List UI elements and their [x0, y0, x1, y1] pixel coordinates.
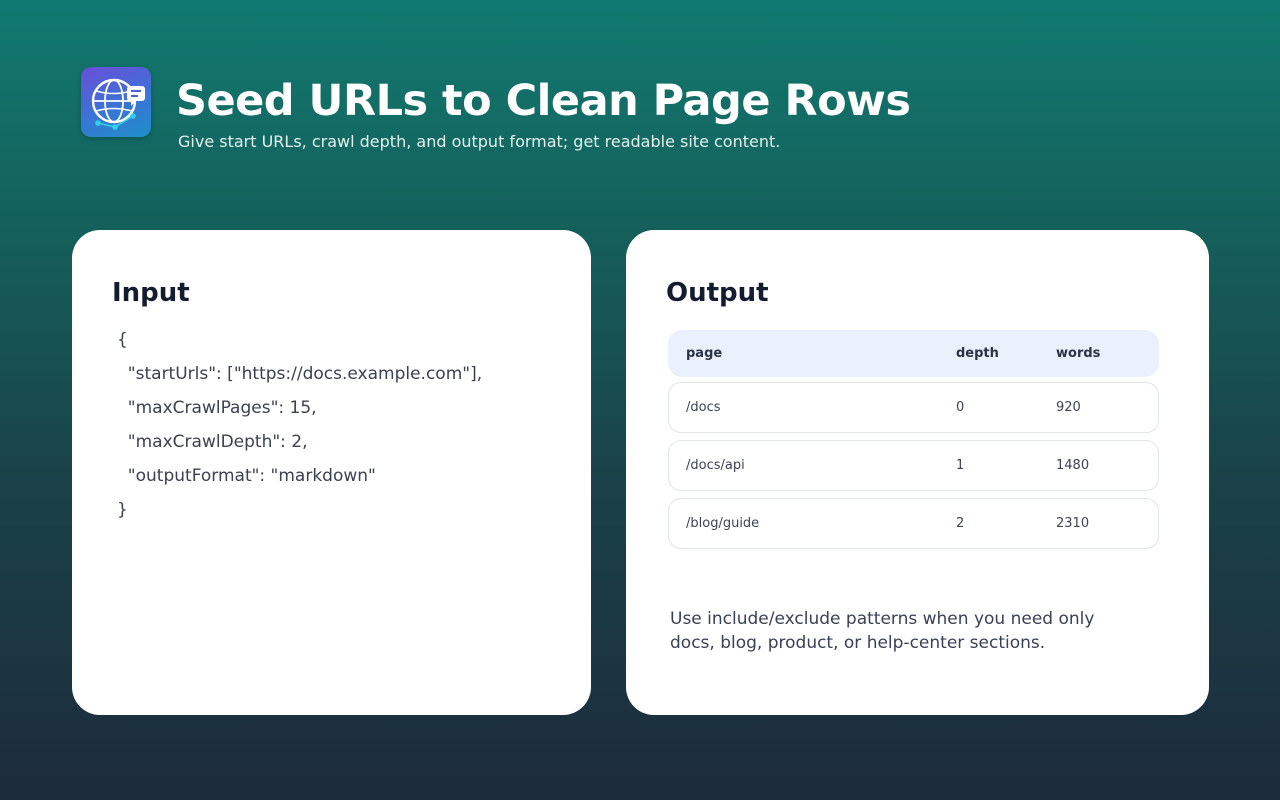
code-line: }	[117, 500, 128, 520]
cell-depth: 1	[956, 458, 965, 473]
page-subtitle: Give start URLs, crawl depth, and output…	[178, 132, 781, 151]
cell-page: /docs	[686, 400, 721, 415]
input-heading: Input	[112, 278, 190, 308]
cell-page: /docs/api	[686, 458, 745, 473]
column-header-depth: depth	[956, 346, 999, 361]
output-heading: Output	[666, 278, 769, 308]
column-header-words: words	[1056, 346, 1101, 361]
output-note: Use include/exclude patterns when you ne…	[670, 609, 1095, 653]
table-row	[668, 382, 1159, 433]
app-logo	[81, 67, 151, 137]
cell-words: 2310	[1056, 516, 1090, 531]
column-header-page: page	[686, 346, 723, 361]
cell-page: /blog/guide	[686, 516, 760, 531]
code-line: {	[117, 330, 128, 350]
code-line: "startUrls": ["https://docs.example.com"…	[117, 364, 483, 384]
page-title: Seed URLs to Clean Page Rows	[176, 76, 911, 126]
code-line: "outputFormat": "markdown"	[117, 466, 376, 486]
cell-words: 920	[1056, 400, 1081, 415]
code-line: "maxCrawlPages": 15,	[117, 398, 317, 418]
cell-words: 1480	[1056, 458, 1090, 473]
cell-depth: 0	[956, 400, 965, 415]
code-line: "maxCrawlDepth": 2,	[117, 432, 308, 452]
globe-chat-icon	[91, 78, 145, 130]
cell-depth: 2	[956, 516, 965, 531]
